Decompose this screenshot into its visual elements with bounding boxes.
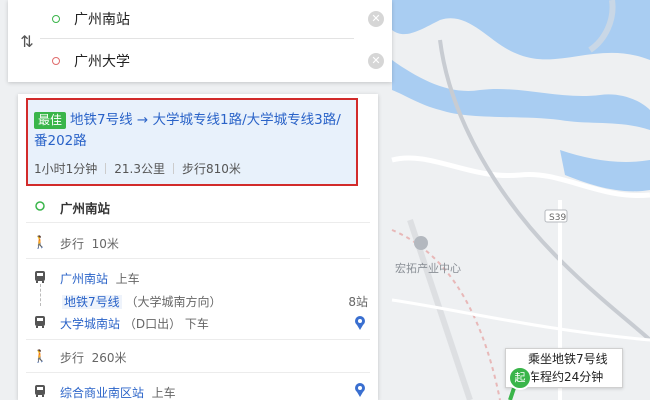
alight-1-station[interactable]: 大学城南站 <box>60 317 120 331</box>
clear-start-icon[interactable]: ✕ <box>368 11 384 27</box>
alight-1-exit: （D口出） <box>123 317 182 331</box>
swap-icon[interactable]: ⇅ <box>19 32 35 51</box>
location-pin-icon[interactable] <box>354 315 366 334</box>
start-field[interactable]: 广州南站 ✕ <box>40 0 384 39</box>
line-1-name[interactable]: 地铁7号线 <box>62 295 122 309</box>
walk-1-label: 步行 <box>60 237 85 251</box>
best-tag: 最佳 <box>34 112 67 129</box>
route-duration: 1小时1分钟 <box>34 162 98 176</box>
subway-icon <box>32 315 48 332</box>
route-meta: 1小时1分钟 21.3公里 步行810米 <box>34 160 241 177</box>
route-distance: 21.3公里 <box>114 162 166 176</box>
bus-icon <box>32 384 48 400</box>
route-walk: 步行810米 <box>182 162 241 176</box>
board-1-action: 上车 <box>115 272 140 286</box>
alight-1-action: 下车 <box>184 317 209 331</box>
walk-2-distance: 260米 <box>91 351 127 365</box>
best-route-card[interactable]: 最佳 地铁7号线 → 大学城专线1路/大学城专线3路/番202路 1小时1分钟 21… <box>26 98 358 186</box>
route-search-box: ⇅ 广州南站 ✕ 广州大学 ✕ <box>8 0 392 82</box>
route-title[interactable]: 地铁7号线 → 大学城专线1路/大学城专线3路/番202路 <box>34 112 341 149</box>
walk-1-distance: 10米 <box>91 237 119 251</box>
walk-2-label: 步行 <box>60 351 85 365</box>
road-label: S39 <box>549 213 566 223</box>
origin-label: 广州南站 <box>60 201 111 216</box>
walk-icon: 🚶 <box>32 235 48 249</box>
end-input[interactable]: 广州大学 <box>74 51 130 71</box>
poi-icon[interactable] <box>414 236 428 250</box>
line-1-stops[interactable]: 8站 <box>348 293 368 310</box>
start-input[interactable]: 广州南站 <box>74 9 130 29</box>
board-1-station[interactable]: 广州南站 <box>60 272 108 286</box>
route-panel: 最佳 地铁7号线 → 大学城专线1路/大学城专线3路/番202路 1小时1分钟 21… <box>18 94 378 400</box>
location-pin-icon[interactable] <box>354 382 366 400</box>
clear-end-icon[interactable]: ✕ <box>368 53 384 69</box>
origin-dot-icon <box>32 200 48 215</box>
board-2-station[interactable]: 综合商业南区站 <box>60 386 144 400</box>
end-field[interactable]: 广州大学 ✕ <box>40 42 384 80</box>
end-dot-icon <box>52 57 60 65</box>
poi-label: 宏拓产业中心 <box>395 261 461 275</box>
start-dot-icon <box>52 15 60 23</box>
board-2-action: 上车 <box>151 386 176 400</box>
callout-line-2: 车程约24分钟 <box>528 370 604 384</box>
walk-icon: 🚶 <box>32 349 48 363</box>
start-marker-icon[interactable]: 起 <box>508 366 532 390</box>
callout-line-1: 乘坐地铁7号线 <box>528 352 608 366</box>
line-1-direction: （大学城南方向） <box>125 295 222 309</box>
